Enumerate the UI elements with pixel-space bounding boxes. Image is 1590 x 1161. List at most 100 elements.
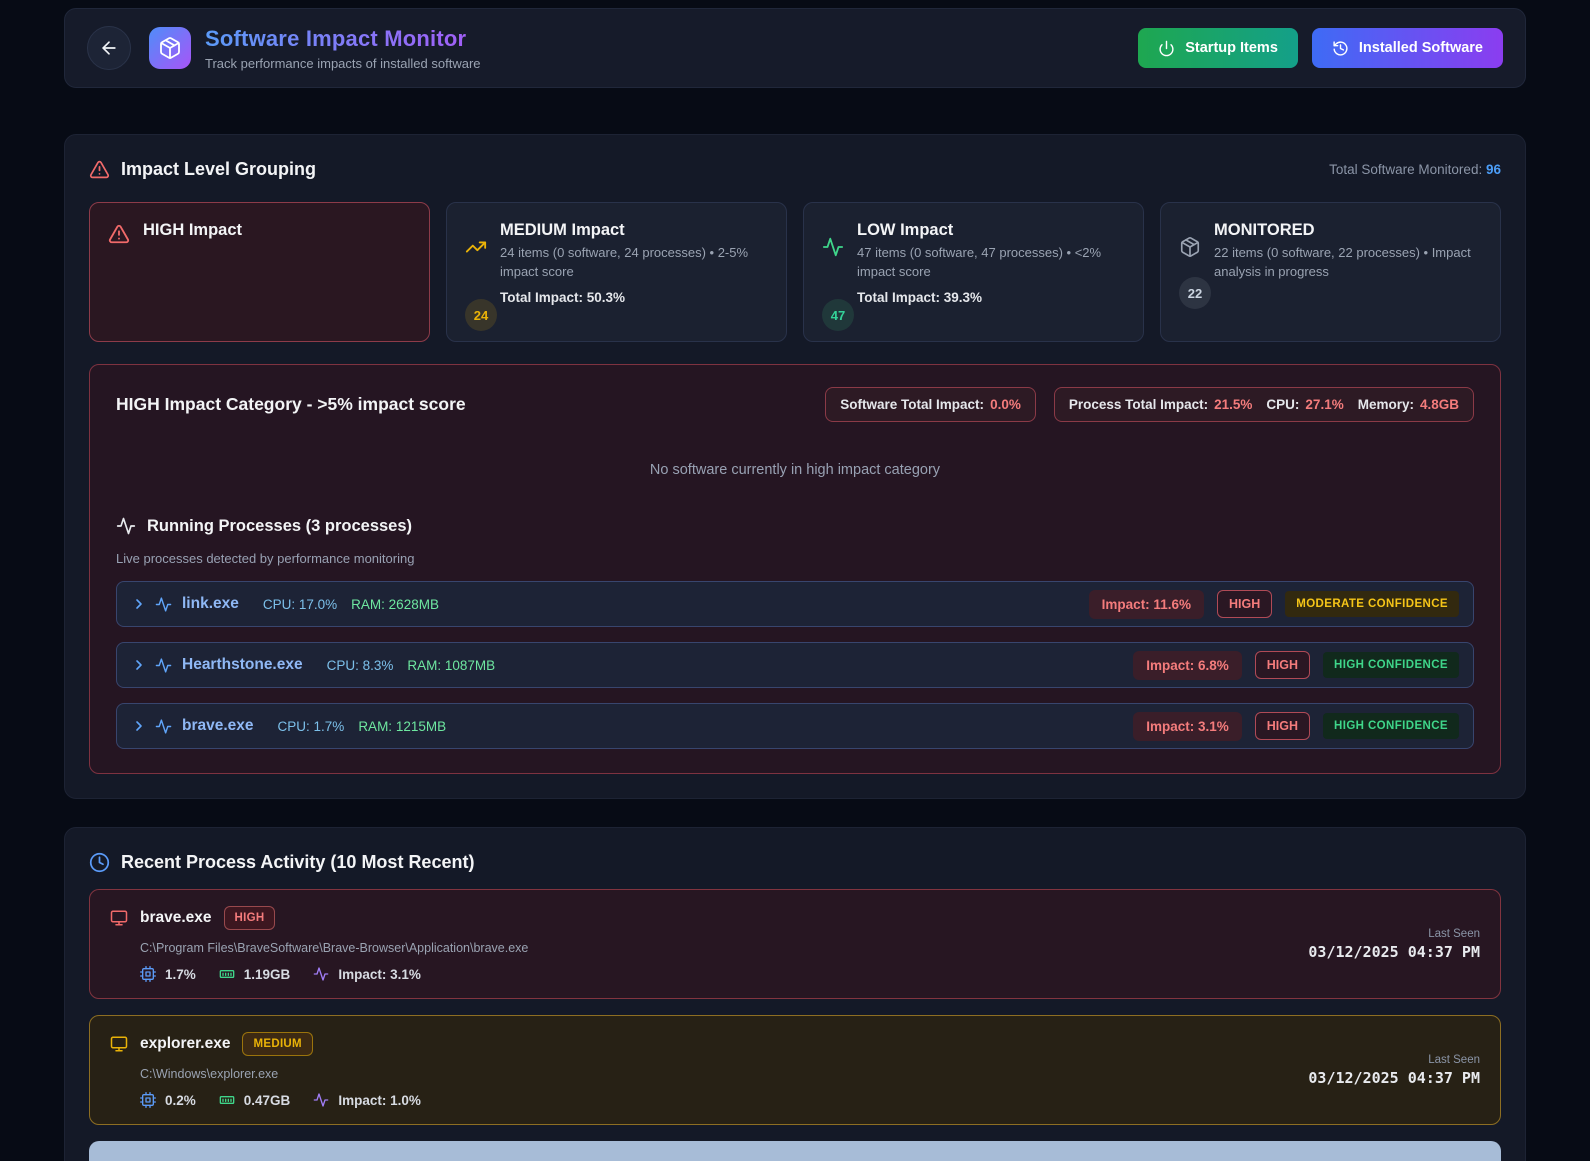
card-total-impact: Total Impact: 50.3% <box>500 289 626 305</box>
card-title: LOW Impact <box>857 221 954 239</box>
memory-label: Memory: <box>1357 397 1414 412</box>
high-impact-category-panel: HIGH Impact Category - >5% impact score … <box>89 364 1501 774</box>
impact-badge: Impact: 6.8% <box>1133 650 1242 680</box>
software-total-label: Software Total Impact: <box>840 397 985 412</box>
cpu-label: CPU: <box>1266 397 1300 412</box>
card-description: 47 items (0 software, 47 processes) • <2… <box>857 245 1102 279</box>
process-row-link-exe[interactable]: link.exe CPU: 17.0% RAM: 2628MB Impact: … <box>116 581 1474 627</box>
total-monitored: Total Software Monitored: 96 <box>1329 162 1501 177</box>
next-activity-card-peek <box>89 1141 1501 1161</box>
chevron-right-icon[interactable] <box>131 657 147 673</box>
running-processes-subtitle: Live processes detected by performance m… <box>116 551 415 566</box>
level-badge: MEDIUM <box>242 1032 313 1056</box>
card-title: MEDIUM Impact <box>500 221 625 239</box>
count-badge: 47 <box>822 299 854 331</box>
level-badge: HIGH <box>1216 590 1273 618</box>
level-badge: HIGH <box>1254 712 1311 740</box>
impact-score: Impact: 3.1% <box>338 966 421 982</box>
last-seen-timestamp: 03/12/2025 04:37 PM <box>1308 1068 1480 1087</box>
empty-state-message: No software currently in high impact cat… <box>649 462 941 478</box>
activity-card-brave-exe: brave.exe HIGH C:\Program Files\BraveSof… <box>89 889 1501 999</box>
back-button[interactable] <box>87 26 131 70</box>
activity-icon <box>155 596 172 613</box>
monitor-icon <box>110 909 128 927</box>
process-cpu: CPU: 17.0% <box>262 596 338 612</box>
process-cpu: CPU: 1.7% <box>277 718 345 734</box>
card-description: 24 items (0 software, 24 processes) • 2-… <box>500 245 749 279</box>
confidence-badge: MODERATE CONFIDENCE <box>1285 591 1459 617</box>
impact-badge: Impact: 3.1% <box>1133 711 1242 741</box>
history-icon <box>1332 40 1349 57</box>
process-row-brave-exe[interactable]: brave.exe CPU: 1.7% RAM: 1215MB Impact: … <box>116 703 1474 749</box>
chevron-right-icon[interactable] <box>131 596 147 612</box>
startup-items-button[interactable]: Startup Items <box>1138 28 1298 68</box>
process-total-label: Process Total Impact: <box>1068 397 1209 412</box>
app-logo <box>149 27 191 69</box>
warning-triangle-icon <box>89 159 110 180</box>
app-header: Software Impact Monitor Track performanc… <box>64 8 1526 88</box>
arrow-left-icon <box>99 38 119 58</box>
process-name: link.exe <box>182 595 239 612</box>
clock-icon <box>89 852 110 873</box>
startup-items-label: Startup Items <box>1185 40 1278 56</box>
process-cpu: CPU: 8.3% <box>326 657 394 673</box>
last-seen-label: Last Seen <box>1428 1053 1480 1066</box>
trending-up-icon <box>465 236 487 305</box>
process-ram: RAM: 1215MB <box>358 718 447 734</box>
impact-score: Impact: 1.0% <box>338 1092 421 1108</box>
monitored-card[interactable]: MONITORED 22 items (0 software, 22 proce… <box>1160 202 1501 342</box>
cpu-usage: 1.7% <box>165 966 196 982</box>
memory-usage: 0.47GB <box>243 1092 291 1108</box>
activity-process-name: brave.exe <box>140 909 212 926</box>
activity-icon <box>155 718 172 735</box>
activity-icon <box>313 966 329 982</box>
confidence-badge: HIGH CONFIDENCE <box>1323 713 1459 739</box>
activity-icon <box>155 657 172 674</box>
memory-value: 4.8GB <box>1419 397 1459 412</box>
memory-icon <box>219 966 235 982</box>
impact-grouping-section: Impact Level Grouping Total Software Mon… <box>64 134 1526 799</box>
process-ram: RAM: 1087MB <box>407 657 496 673</box>
confidence-badge: HIGH CONFIDENCE <box>1323 652 1459 678</box>
level-badge: HIGH <box>223 906 276 930</box>
card-title: HIGH Impact <box>143 221 243 239</box>
activity-card-explorer-exe: explorer.exe MEDIUM C:\Windows\explorer.… <box>89 1015 1501 1125</box>
power-icon <box>1158 40 1175 57</box>
cpu-value: 27.1% <box>1305 397 1344 412</box>
process-name: brave.exe <box>182 717 254 734</box>
low-impact-card[interactable]: LOW Impact 47 items (0 software, 47 proc… <box>803 202 1144 342</box>
process-ram: RAM: 2628MB <box>351 596 439 612</box>
monitor-icon <box>110 1035 128 1053</box>
last-seen-timestamp: 03/12/2025 04:37 PM <box>1308 942 1480 961</box>
memory-usage: 1.19GB <box>243 966 291 982</box>
level-badge: HIGH <box>1254 651 1311 679</box>
installed-software-button[interactable]: Installed Software <box>1311 28 1503 68</box>
count-badge: 22 <box>1179 277 1211 309</box>
activity-icon <box>313 1092 329 1108</box>
cpu-usage: 0.2% <box>165 1092 196 1108</box>
package-icon <box>158 36 182 60</box>
cpu-icon <box>140 966 156 982</box>
last-seen-label: Last Seen <box>1428 927 1480 940</box>
process-total-impact-pill: Process Total Impact: 21.5% CPU: 27.1% M… <box>1053 387 1474 422</box>
medium-impact-card[interactable]: MEDIUM Impact 24 items (0 software, 24 p… <box>446 202 787 342</box>
impact-grouping-title: Impact Level Grouping <box>121 159 317 179</box>
process-total-value: 21.5% <box>1214 397 1253 412</box>
process-row-hearthstone-exe[interactable]: Hearthstone.exe CPU: 8.3% RAM: 1087MB Im… <box>116 642 1474 688</box>
cpu-icon <box>140 1092 156 1108</box>
activity-icon <box>116 516 136 536</box>
package-icon <box>1179 236 1201 282</box>
process-path: C:\Windows\explorer.exe <box>140 1067 279 1081</box>
software-total-impact-pill: Software Total Impact: 0.0% <box>825 387 1036 422</box>
process-path: C:\Program Files\BraveSoftware\Brave-Bro… <box>140 941 529 955</box>
high-category-title: HIGH Impact Category - >5% impact score <box>116 394 466 414</box>
process-name: Hearthstone.exe <box>182 656 303 673</box>
installed-software-label: Installed Software <box>1358 40 1483 56</box>
chevron-right-icon[interactable] <box>131 718 147 734</box>
total-monitored-label: Total Software Monitored: <box>1329 162 1483 177</box>
page-subtitle: Track performance impacts of installed s… <box>205 55 481 71</box>
software-total-value: 0.0% <box>990 397 1021 412</box>
card-total-impact: Total Impact: 39.3% <box>857 289 983 305</box>
high-impact-card[interactable]: HIGH Impact <box>89 202 430 342</box>
activity-process-name: explorer.exe <box>140 1035 231 1052</box>
